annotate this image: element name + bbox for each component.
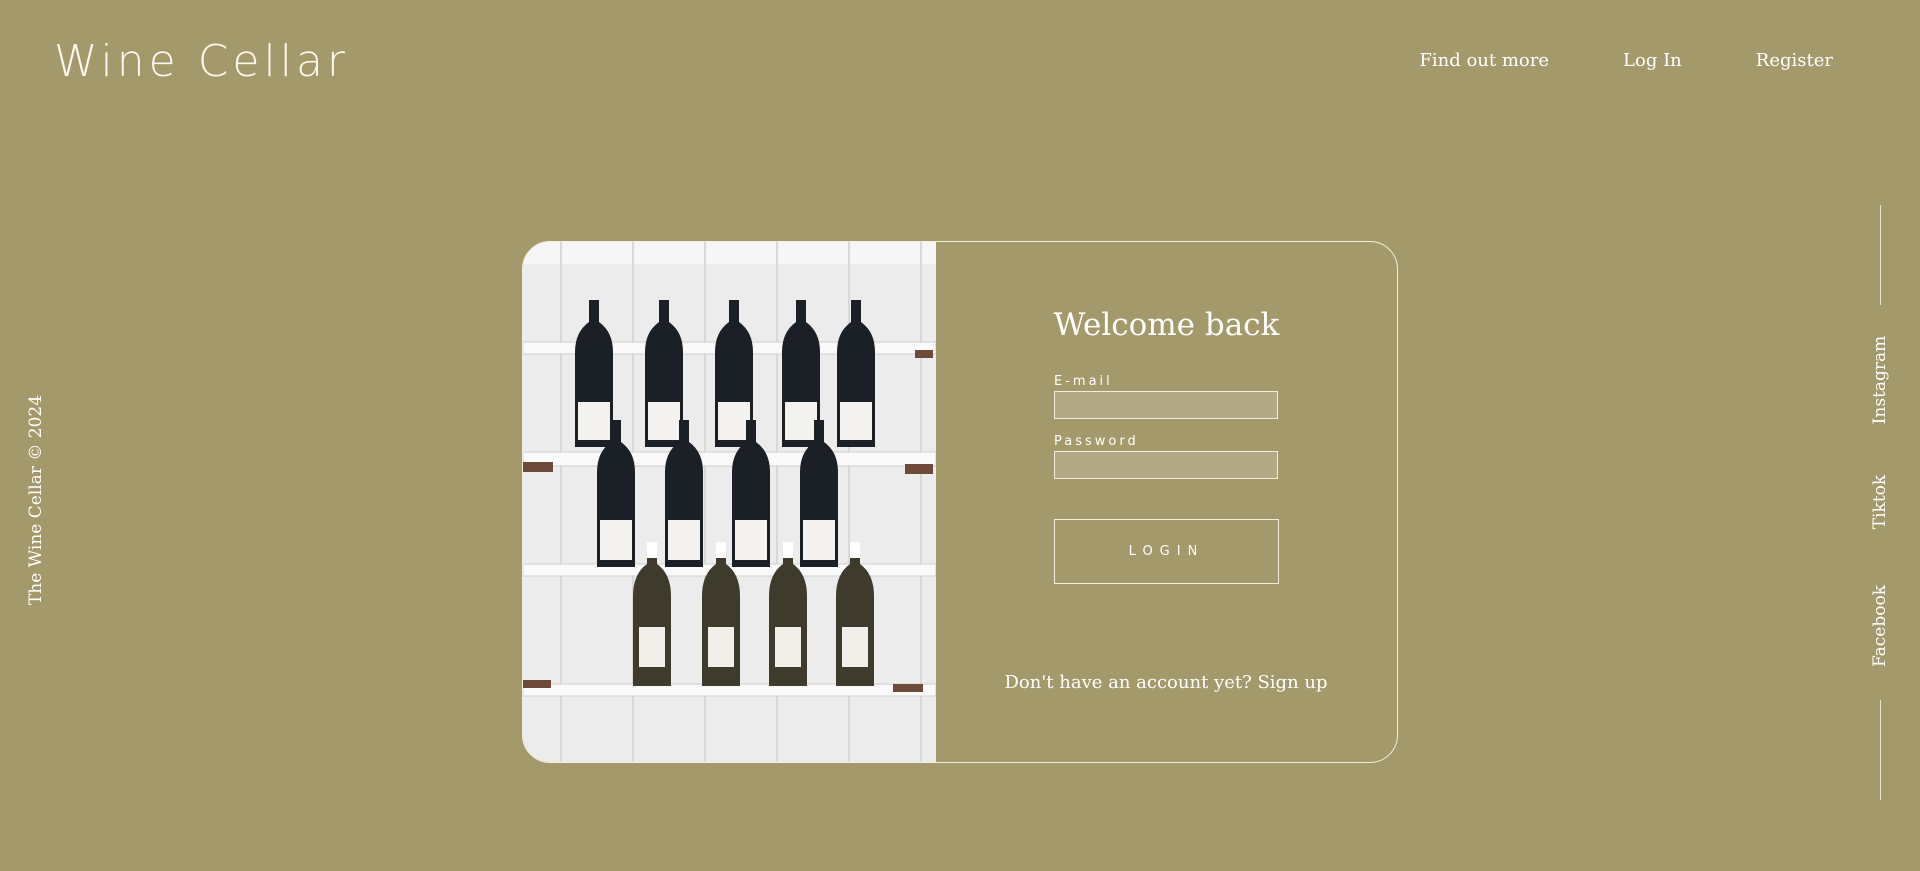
social-facebook-link[interactable]: Facebook — [1870, 585, 1890, 667]
social-tiktok-link[interactable]: Tiktok — [1870, 475, 1890, 529]
nav-register[interactable]: Register — [1756, 50, 1833, 71]
nav-find-out-more[interactable]: Find out more — [1419, 50, 1549, 71]
nav-log-in[interactable]: Log In — [1623, 50, 1682, 71]
social-divider-top — [1880, 205, 1881, 305]
login-button[interactable]: LOGIN — [1054, 519, 1279, 584]
email-field[interactable] — [1054, 391, 1278, 419]
email-label: E-mail — [1054, 374, 1113, 389]
copyright-text: The Wine Cellar © 2024 — [26, 394, 46, 606]
wine-bottles-image — [523, 242, 937, 762]
password-label: Password — [1054, 434, 1139, 449]
logo[interactable]: Wine Cellar — [54, 36, 349, 87]
password-field[interactable] — [1054, 451, 1278, 479]
signup-link[interactable]: Don't have an account yet? Sign up — [940, 672, 1392, 693]
top-nav: Find out more Log In Register — [1345, 50, 1833, 71]
social-instagram-link[interactable]: Instagram — [1870, 336, 1890, 425]
social-divider-bottom — [1880, 700, 1881, 800]
page-title: Welcome back — [1053, 307, 1280, 343]
